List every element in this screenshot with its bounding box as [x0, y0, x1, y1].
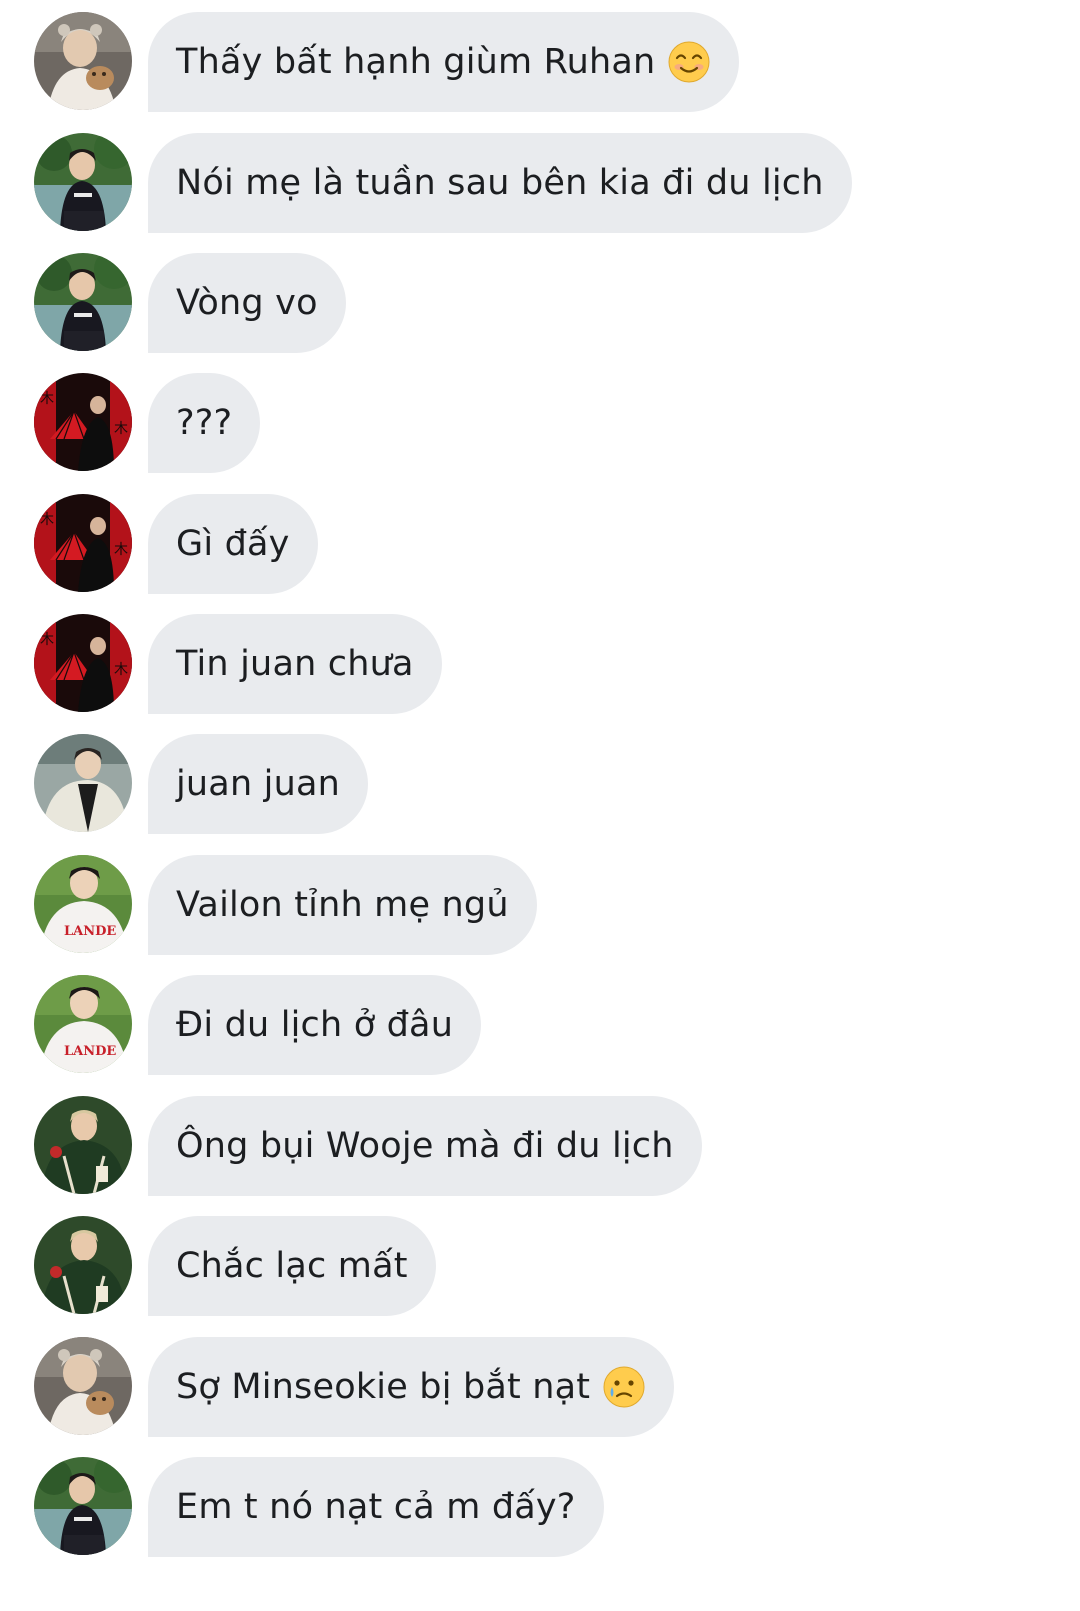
svg-text:木: 木 — [114, 542, 128, 558]
avatar-red-fan[interactable]: 木 木 — [34, 614, 132, 712]
message-row: LANDE Vailon tỉnh mẹ ngủ — [0, 855, 1080, 955]
avatar-white-jacket[interactable] — [34, 734, 132, 832]
message-row: Em t nó nạt cả m đấy? — [0, 1457, 1080, 1557]
message-text: Gì đấy — [176, 524, 290, 564]
message-row: 木 木 Gì đấy — [0, 494, 1080, 594]
svg-text:木: 木 — [114, 421, 128, 437]
message-bubble[interactable]: Vailon tỉnh mẹ ngủ — [148, 855, 537, 955]
message-bubble[interactable]: Sợ Minseokie bị bắt nạt — [148, 1337, 675, 1437]
message-text: Vailon tỉnh mẹ ngủ — [176, 885, 509, 925]
message-row: Ông bụi Wooje mà đi du lịch — [0, 1096, 1080, 1196]
avatar-park-black[interactable] — [34, 1457, 132, 1555]
message-row: Chắc lạc mất — [0, 1216, 1080, 1316]
svg-text:木: 木 — [40, 512, 54, 528]
avatar-park-black[interactable] — [34, 133, 132, 231]
message-bubble[interactable]: juan juan — [148, 734, 368, 834]
message-text: Nói mẹ là tuần sau bên kia đi du lịch — [176, 163, 824, 203]
message-bubble[interactable]: Thấy bất hạnh giùm Ruhan — [148, 12, 740, 112]
message-text: Đi du lịch ở đâu — [176, 1005, 454, 1045]
message-row: Vòng vo — [0, 253, 1080, 353]
avatar-cap-dog[interactable] — [34, 1337, 132, 1435]
message-text: juan juan — [176, 764, 340, 804]
message-bubble[interactable]: ??? — [148, 373, 261, 473]
message-row: LANDE Đi du lịch ở đâu — [0, 975, 1080, 1075]
message-bubble[interactable]: Nói mẹ là tuần sau bên kia đi du lịch — [148, 133, 852, 233]
crying-face-icon — [602, 1365, 646, 1409]
message-text: Chắc lạc mất — [176, 1246, 408, 1286]
message-row: Thấy bất hạnh giùm Ruhan — [0, 12, 1080, 112]
message-bubble[interactable]: Gì đấy — [148, 494, 318, 594]
avatar-red-fan[interactable]: 木 木 — [34, 494, 132, 592]
svg-text:木: 木 — [40, 632, 54, 648]
message-bubble[interactable]: Ông bụi Wooje mà đi du lịch — [148, 1096, 702, 1196]
message-row: juan juan — [0, 734, 1080, 834]
avatar-green-jacket[interactable] — [34, 1096, 132, 1194]
avatar-red-fan[interactable]: 木 木 — [34, 373, 132, 471]
message-bubble[interactable]: Em t nó nạt cả m đấy? — [148, 1457, 604, 1557]
message-row: Sợ Minseokie bị bắt nạt — [0, 1337, 1080, 1437]
message-thread: Thấy bất hạnh giùm Ruhan Nói mẹ là tuần … — [0, 0, 1080, 1611]
message-row: 木 木 ??? — [0, 373, 1080, 473]
message-row: 木 木 Tin juan chưa — [0, 614, 1080, 714]
message-text: Em t nó nạt cả m đấy? — [176, 1487, 576, 1527]
smiling-face-icon — [667, 40, 711, 84]
svg-text:木: 木 — [114, 662, 128, 678]
message-bubble[interactable]: Tin juan chưa — [148, 614, 442, 714]
message-text: Ông bụi Wooje mà đi du lịch — [176, 1126, 674, 1166]
message-bubble[interactable]: Đi du lịch ở đâu — [148, 975, 482, 1075]
avatar-cap-dog[interactable] — [34, 12, 132, 110]
avatar-landers-jersey[interactable]: LANDE — [34, 975, 132, 1073]
avatar-green-jacket[interactable] — [34, 1216, 132, 1314]
message-text: Thấy bất hạnh giùm Ruhan — [176, 42, 656, 82]
svg-text:LANDE: LANDE — [64, 1044, 116, 1059]
message-text: Vòng vo — [176, 283, 318, 323]
message-bubble[interactable]: Vòng vo — [148, 253, 346, 353]
message-bubble[interactable]: Chắc lạc mất — [148, 1216, 436, 1316]
message-text: ??? — [176, 403, 233, 443]
message-text: Sợ Minseokie bị bắt nạt — [176, 1367, 591, 1407]
message-text: Tin juan chưa — [176, 644, 414, 684]
message-row: Nói mẹ là tuần sau bên kia đi du lịch — [0, 133, 1080, 233]
svg-text:LANDE: LANDE — [64, 924, 116, 939]
avatar-park-black[interactable] — [34, 253, 132, 351]
svg-text:木: 木 — [40, 391, 54, 407]
avatar-landers-jersey[interactable]: LANDE — [34, 855, 132, 953]
